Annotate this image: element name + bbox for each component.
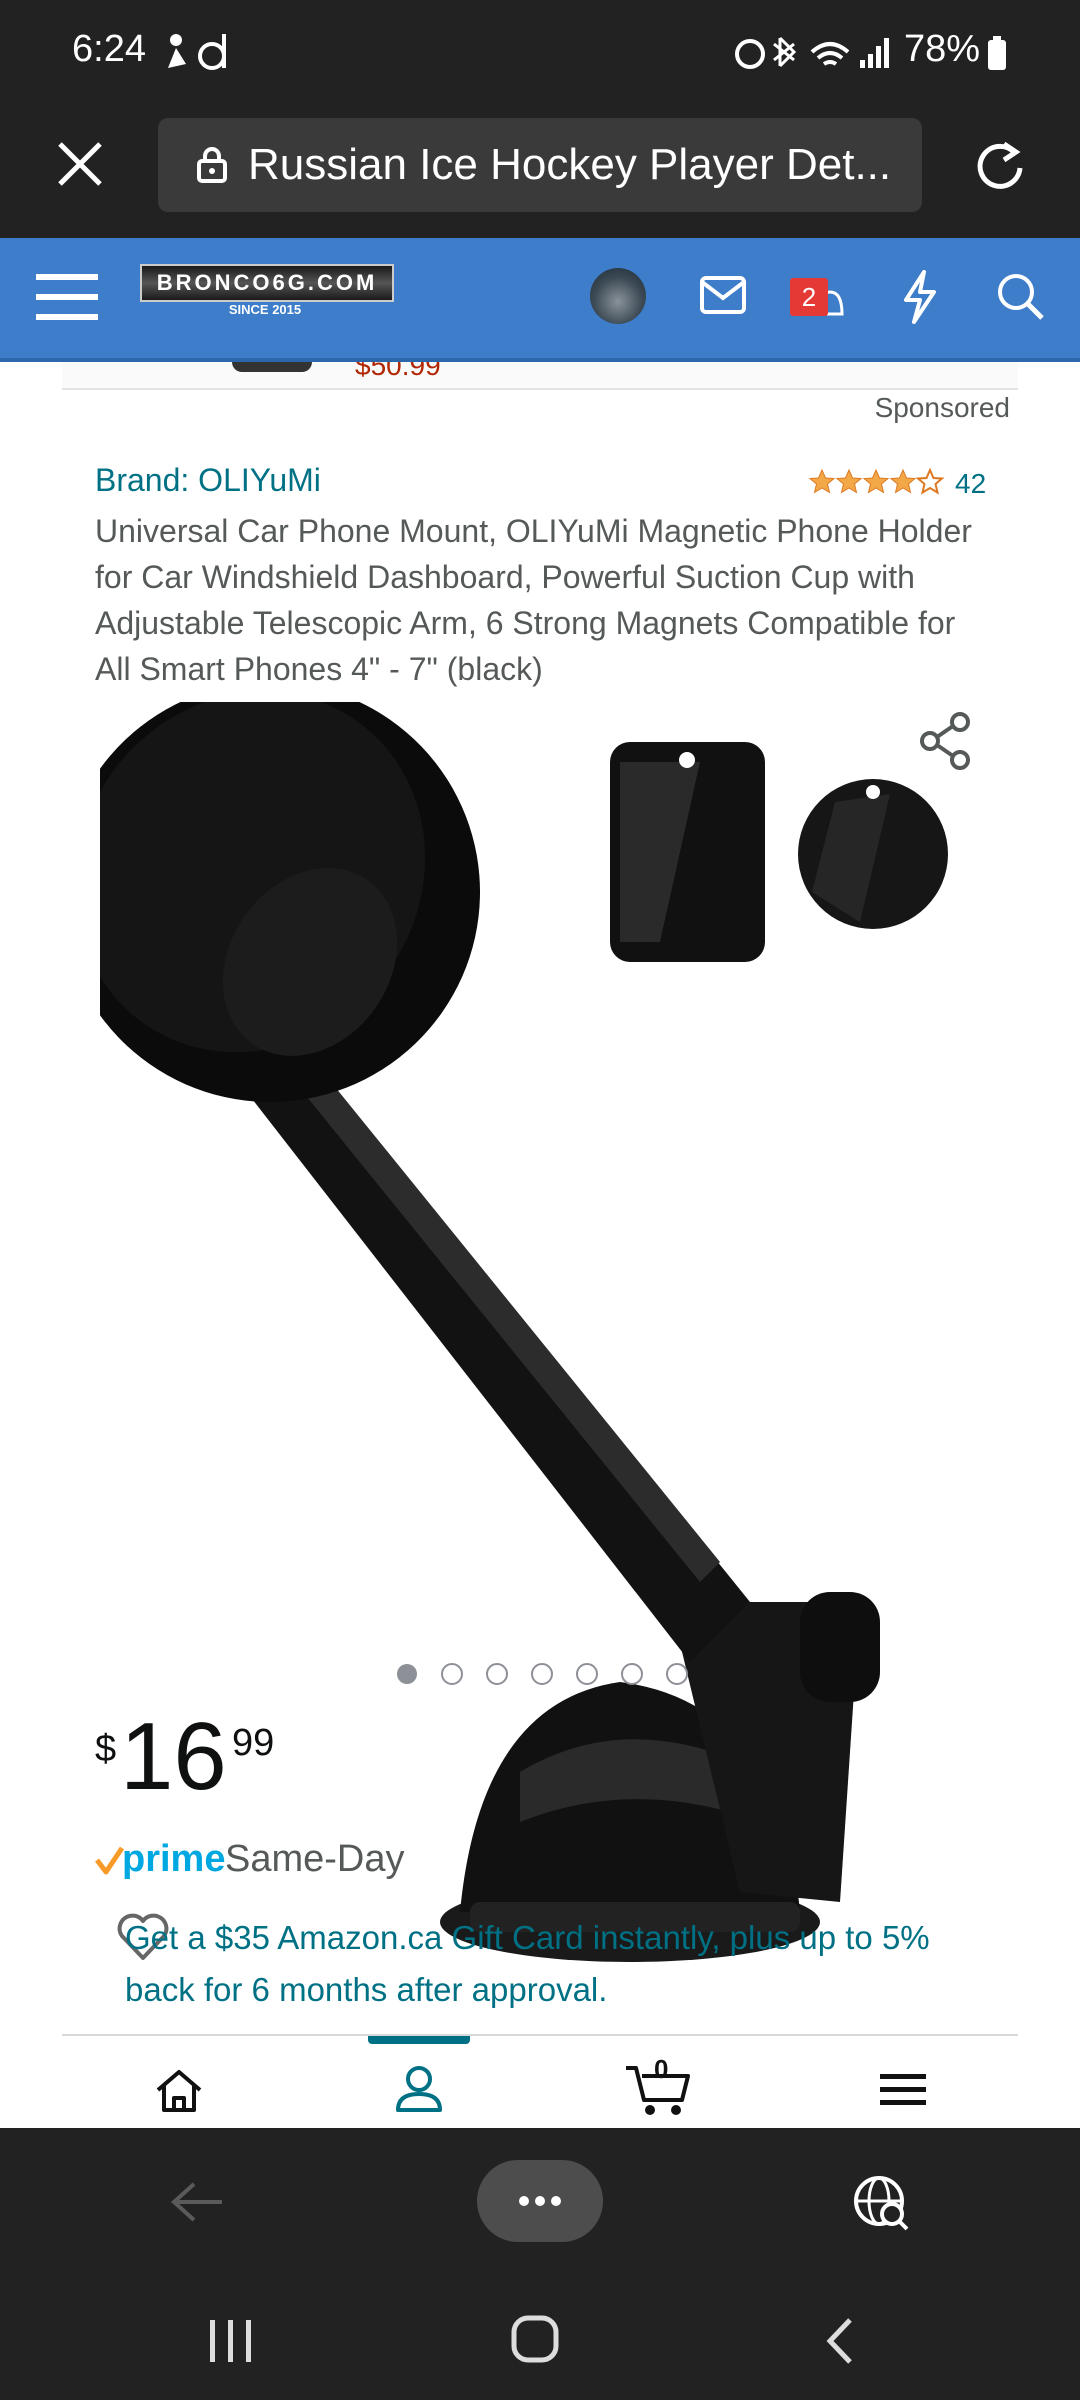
back-button-icon[interactable] [822,2316,858,2366]
status-app-icons [168,34,226,70]
translate-globe-icon[interactable] [852,2174,910,2232]
product-page: $50.99 Sponsored Brand: OLIYuMi 42 Unive… [0,362,1080,2128]
cart-count: 0 [654,2054,669,2084]
more-dots-icon [519,2196,561,2206]
home-icon[interactable] [154,2068,204,2114]
price-fraction: 99 [232,1722,275,1764]
status-indicator-icons [735,36,889,69]
amazon-bottom-nav: 0 [0,2036,1080,2128]
previous-item-price: $50.99 [355,362,441,381]
gift-card-offer-link[interactable]: Get a $35 Amazon.ca Gift Card instantly,… [125,1912,985,2016]
share-icon[interactable] [920,712,972,770]
logo-text: BRONCO6G.COM [140,264,394,302]
active-tab-indicator [368,2036,470,2044]
star-rating[interactable] [808,468,948,498]
prime-check-icon [95,1846,124,1875]
search-icon[interactable] [996,272,1046,322]
lightning-icon[interactable] [900,270,940,324]
url-field[interactable]: Russian Ice Hockey Player Det... [158,118,922,212]
rating-count[interactable]: 42 [955,468,986,500]
recent-apps-icon[interactable] [206,2318,256,2364]
product-title: Universal Car Phone Mount, OLIYuMi Magne… [95,513,972,687]
brand-link[interactable]: Brand: OLIYuMi [95,462,321,499]
back-arrow-icon[interactable] [170,2180,226,2224]
image-carousel-dots [392,1659,692,1689]
status-bar: 6:24 78% [0,0,1080,110]
home-button-icon[interactable] [510,2314,560,2364]
page-title: Russian Ice Hockey Player Det... [248,140,892,189]
browser-toolbar [0,2128,1080,2278]
sponsored-label: Sponsored [874,392,1010,423]
close-icon[interactable] [56,140,104,188]
price-symbol: $ [95,1728,117,1770]
site-logo[interactable]: BRONCO6G.COM SINCE 2015 [140,264,394,324]
price-whole: 16 [120,1703,227,1810]
refresh-icon[interactable] [974,138,1026,190]
browser-address-bar: Russian Ice Hockey Player Det... [0,110,1080,238]
lock-icon [197,147,227,183]
mail-icon[interactable] [700,276,746,314]
notifications-button[interactable]: 2 [790,278,848,320]
logo-subtitle: SINCE 2015 [228,302,302,317]
cart-button[interactable]: 0 [624,2054,694,2118]
car-phone-mount-image [60,682,948,1962]
account-icon[interactable] [394,2064,444,2114]
menu-icon[interactable] [880,2072,926,2108]
site-header: BRONCO6G.COM SINCE 2015 2 [0,238,1080,362]
same-day-delivery: Same-Day [225,1838,405,1880]
product-image[interactable] [60,682,980,1972]
user-avatar[interactable] [590,268,646,324]
system-navigation-bar [0,2278,1080,2400]
battery-icon [988,36,1006,70]
status-time: 6:24 [72,28,146,70]
battery-level: 78% [903,28,980,70]
previous-item-card[interactable] [62,362,1018,390]
notification-badge: 2 [790,278,828,316]
more-options-button[interactable] [477,2160,603,2242]
prime-label: prime [122,1838,226,1880]
previous-item-thumbnail [232,362,312,372]
hamburger-menu-icon[interactable] [36,272,98,322]
